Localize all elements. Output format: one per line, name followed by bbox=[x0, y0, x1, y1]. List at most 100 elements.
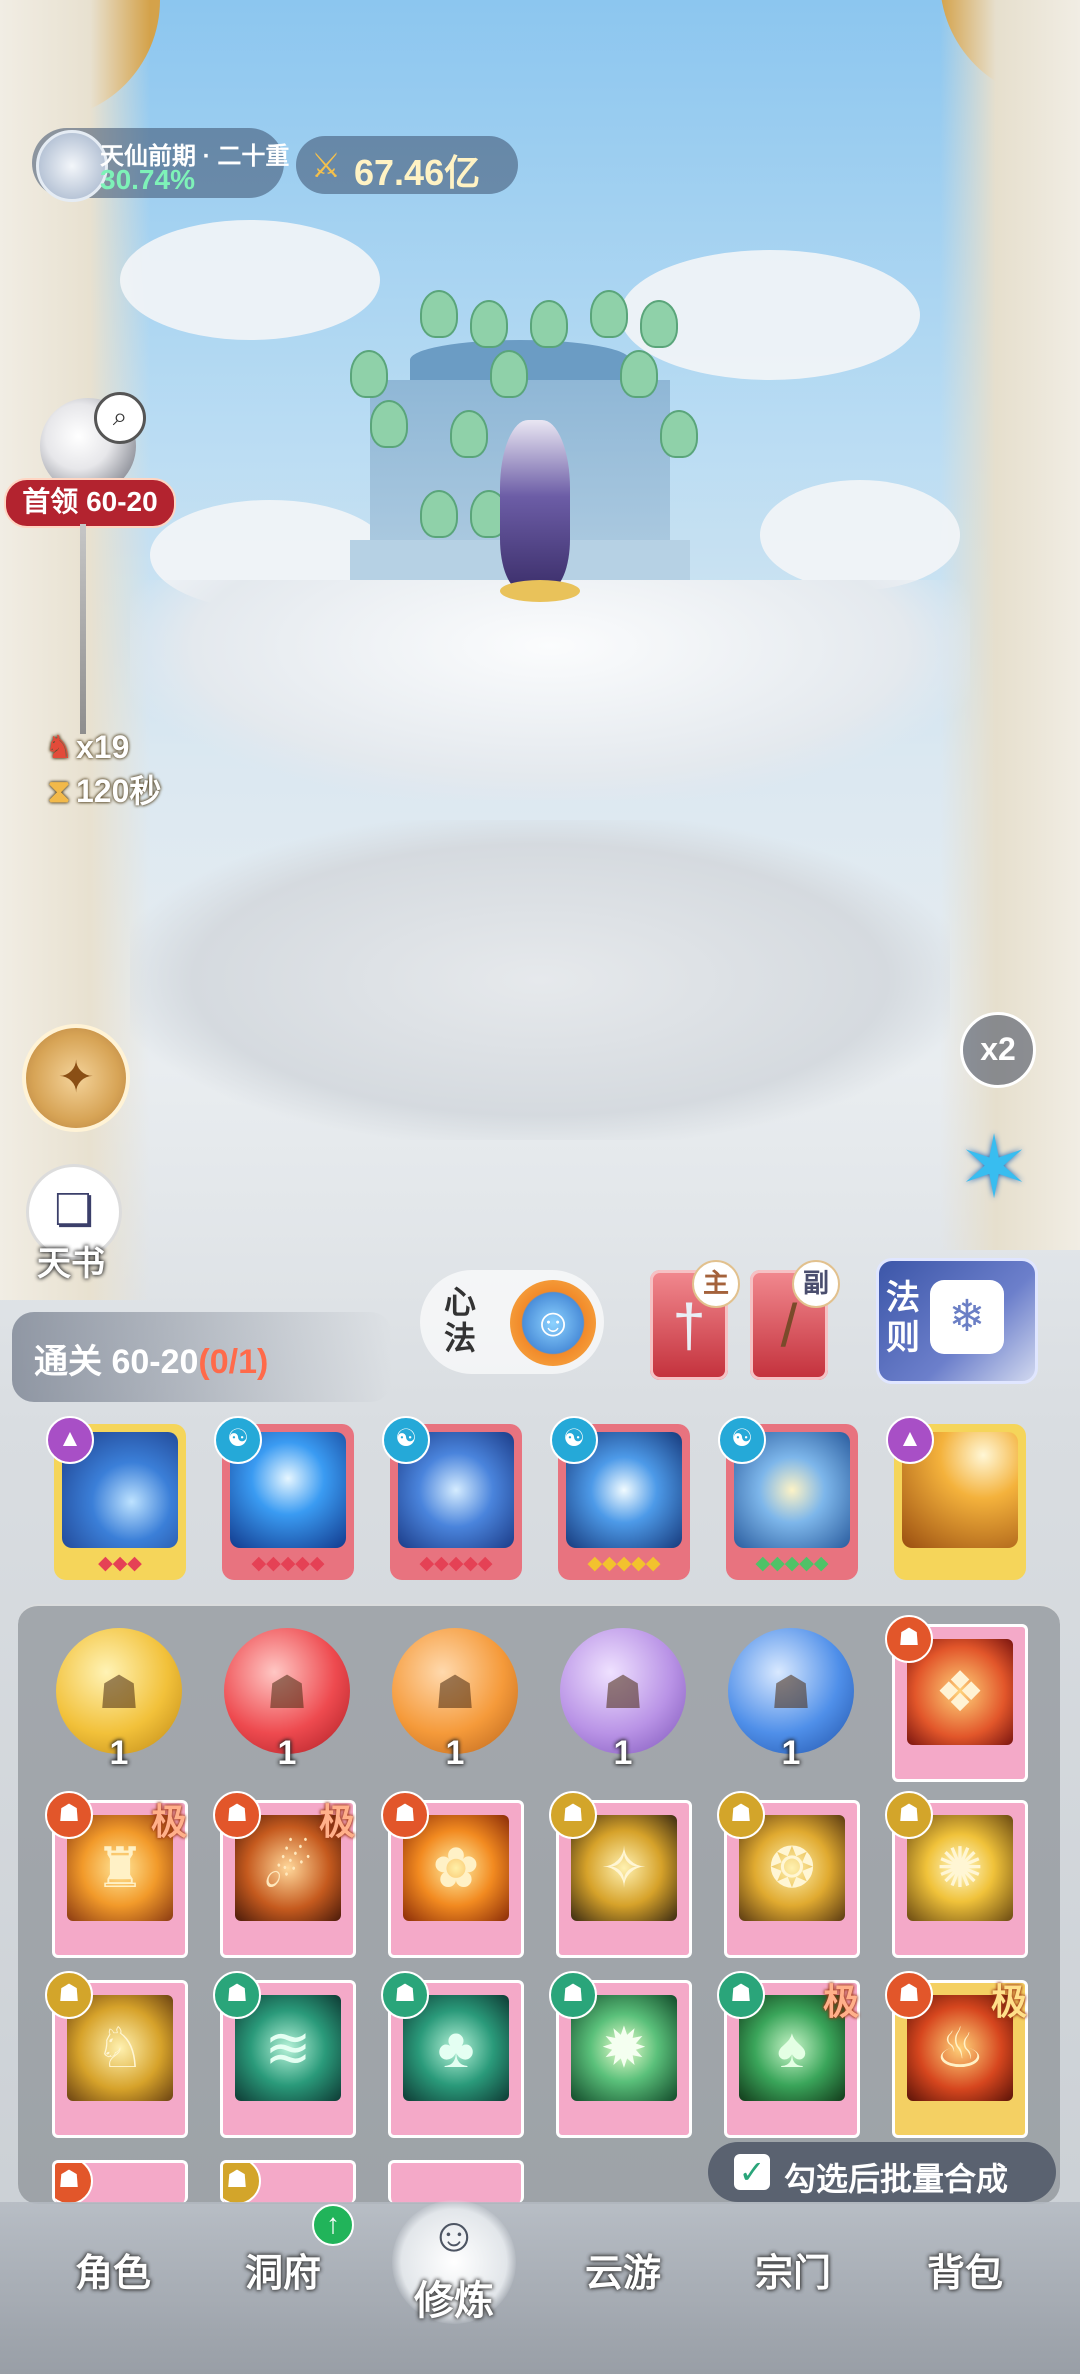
skill-card[interactable]: ❖ ☗ bbox=[885, 1615, 1028, 1782]
figure-tag-icon: ☗ bbox=[717, 1791, 765, 1839]
enemy[interactable] bbox=[590, 290, 628, 338]
skill-card[interactable]: ✧ ☗ bbox=[549, 1791, 692, 1958]
skill-card[interactable] bbox=[388, 2160, 524, 2203]
skill-card[interactable]: ♜ ☗ 极 bbox=[45, 1791, 188, 1958]
demon-icon: ♞ bbox=[44, 729, 74, 765]
cultivator-icon: ☺ bbox=[429, 2209, 479, 2262]
extreme-badge: 极 bbox=[150, 1801, 187, 1842]
enemy[interactable] bbox=[370, 400, 408, 448]
skill-stars: ◆◆◆◆◆ bbox=[251, 1553, 325, 1574]
main-weapon-badge: 主 bbox=[692, 1260, 740, 1308]
skill-slot-1[interactable]: ▲ ◆◆◆ bbox=[46, 1416, 186, 1580]
figure-tag-icon: ☗ bbox=[45, 1791, 93, 1839]
kill-count-row: ♞x19 bbox=[42, 728, 130, 766]
hexagram-icon[interactable]: ✶ bbox=[946, 1120, 1042, 1216]
enemy[interactable] bbox=[490, 350, 528, 398]
heavenly-book-label: 天书 bbox=[37, 1245, 105, 1283]
skill-stars: ◆◆◆◆◆ bbox=[587, 1553, 661, 1574]
enemy[interactable] bbox=[350, 350, 388, 398]
search-icon[interactable]: ⌕ bbox=[94, 392, 146, 444]
figure-icon: ☗ bbox=[98, 1666, 140, 1718]
skill-stars bbox=[900, 1552, 1020, 1578]
skill-tag-icon: ▲ bbox=[886, 1416, 934, 1464]
skill-card[interactable]: ☗ bbox=[220, 2160, 356, 2203]
figure-icon: ☗ bbox=[602, 1666, 644, 1718]
skill-slot-3[interactable]: ☯ ◆◆◆◆◆ bbox=[382, 1416, 522, 1580]
nav-item-cave[interactable]: 洞府 bbox=[208, 2242, 358, 2297]
enemy[interactable] bbox=[420, 290, 458, 338]
nav-item-character[interactable]: 角色 bbox=[38, 2242, 188, 2297]
xinfa-label: 心法 bbox=[444, 1284, 477, 1356]
skill-card[interactable]: ≋ ☗ bbox=[213, 1971, 356, 2138]
skill-card[interactable]: ☄ ☗ 极 bbox=[213, 1791, 356, 1958]
figure-icon: ☗ bbox=[434, 1666, 476, 1718]
figure-tag-icon: ☗ bbox=[717, 1971, 765, 2019]
crossed-swords-icon: ⚔ bbox=[310, 147, 342, 185]
boss-stage-label[interactable]: 首领 60-20 bbox=[4, 478, 176, 528]
orb-count: 1 bbox=[277, 1734, 297, 1772]
skill-card[interactable]: ♣ ☗ bbox=[381, 1971, 524, 2138]
enemy[interactable] bbox=[660, 410, 698, 458]
skill-tag-icon: ☯ bbox=[550, 1416, 598, 1464]
figure-tag-icon: ☗ bbox=[45, 1971, 93, 2019]
stage-clear-label: 通关 60-20 bbox=[34, 1343, 199, 1381]
skill-stars: ◆◆◆◆◆ bbox=[419, 1553, 493, 1574]
skill-card[interactable]: ☗ bbox=[52, 2160, 188, 2203]
speed-toggle-button[interactable]: x2 bbox=[960, 1012, 1036, 1088]
checkbox-checked-icon[interactable]: ✓ bbox=[734, 2154, 770, 2190]
skill-stars: ◆◆◆ bbox=[98, 1553, 142, 1574]
figure-tag-icon: ☗ bbox=[549, 1791, 597, 1839]
law-label: 法则 bbox=[886, 1279, 920, 1357]
skill-slot-4[interactable]: ☯ ◆◆◆◆◆ bbox=[550, 1416, 690, 1580]
cloud bbox=[760, 480, 960, 590]
extreme-badge: 极 bbox=[990, 1981, 1027, 2022]
skill-tag-icon: ☯ bbox=[214, 1416, 262, 1464]
skill-tag-icon: ☯ bbox=[718, 1416, 766, 1464]
nav-item-backpack[interactable]: 背包 bbox=[890, 2242, 1040, 2297]
enemy[interactable] bbox=[450, 410, 488, 458]
enemy[interactable] bbox=[640, 300, 678, 348]
figure-tag-icon: ☗ bbox=[885, 1791, 933, 1839]
snowflake-icon: ❄ bbox=[930, 1280, 1004, 1354]
treasure-bag-button[interactable]: ✦ bbox=[22, 1024, 130, 1132]
skill-card[interactable]: ♘ ☗ bbox=[45, 1971, 188, 2138]
player-avatar[interactable] bbox=[36, 130, 108, 202]
lotus-platform bbox=[130, 580, 970, 800]
enemy[interactable] bbox=[470, 300, 508, 348]
figure-tag-icon: ☗ bbox=[381, 1971, 429, 2019]
scroll-icon: ❏ bbox=[54, 1186, 94, 1235]
realm-progress: 30.74% bbox=[100, 164, 195, 195]
skill-card[interactable]: ❂ ☗ bbox=[717, 1791, 860, 1958]
skill-card[interactable]: ✿ ☗ bbox=[381, 1791, 524, 1958]
skill-card[interactable]: ✺ ☗ bbox=[885, 1791, 1028, 1958]
skill-slot-5[interactable]: ☯ ◆◆◆◆◆ bbox=[718, 1416, 858, 1580]
skill-card[interactable]: ♨ ☗ 极 bbox=[885, 1971, 1028, 2138]
enemy[interactable] bbox=[420, 490, 458, 538]
player-character bbox=[500, 420, 570, 590]
arrow-up-icon: ↑ bbox=[312, 2204, 354, 2246]
game-screen: 天仙前期 · 二十重 30.74% ⚔ 67.46亿 ⌕ 首领 60-20 ♞x… bbox=[0, 0, 1080, 2374]
skill-slot-2[interactable]: ☯ ◆◆◆◆◆ bbox=[214, 1416, 354, 1580]
cloud-platform bbox=[130, 820, 950, 1140]
figure-tag-icon: ☗ bbox=[549, 1971, 597, 2019]
sub-weapon-slot[interactable]: / 副 bbox=[750, 1260, 840, 1380]
skill-card[interactable]: ♠ ☗ 极 bbox=[717, 1971, 860, 2138]
stage-clear-progress: (0/1) bbox=[198, 1343, 269, 1381]
nav-item-sect[interactable]: 宗门 bbox=[718, 2242, 868, 2297]
nav-item-travel[interactable]: 云游 bbox=[548, 2242, 698, 2297]
money-bag-icon: ✦ bbox=[57, 1053, 95, 1102]
batch-merge-label: 勾选后批量合成 bbox=[784, 2161, 1009, 2197]
skill-card[interactable]: ✹ ☗ bbox=[549, 1971, 692, 2138]
combat-power-value: 67.46亿 bbox=[354, 152, 481, 193]
enemy[interactable] bbox=[620, 350, 658, 398]
meditation-icon[interactable]: ☺ bbox=[510, 1280, 596, 1366]
figure-tag-icon: ☗ bbox=[885, 1615, 933, 1663]
skill-stars: ◆◆◆◆◆ bbox=[755, 1553, 829, 1574]
main-weapon-slot[interactable]: † 主 bbox=[650, 1260, 740, 1380]
figure-tag-icon: ☗ bbox=[213, 1791, 261, 1839]
enemy[interactable] bbox=[530, 300, 568, 348]
nav-item-cultivate[interactable]: 修炼 bbox=[379, 2268, 529, 2326]
figure-tag-icon: ☗ bbox=[223, 2163, 261, 2203]
orb-count: 1 bbox=[109, 1734, 129, 1772]
skill-slot-6[interactable]: ▲ bbox=[886, 1416, 1026, 1580]
